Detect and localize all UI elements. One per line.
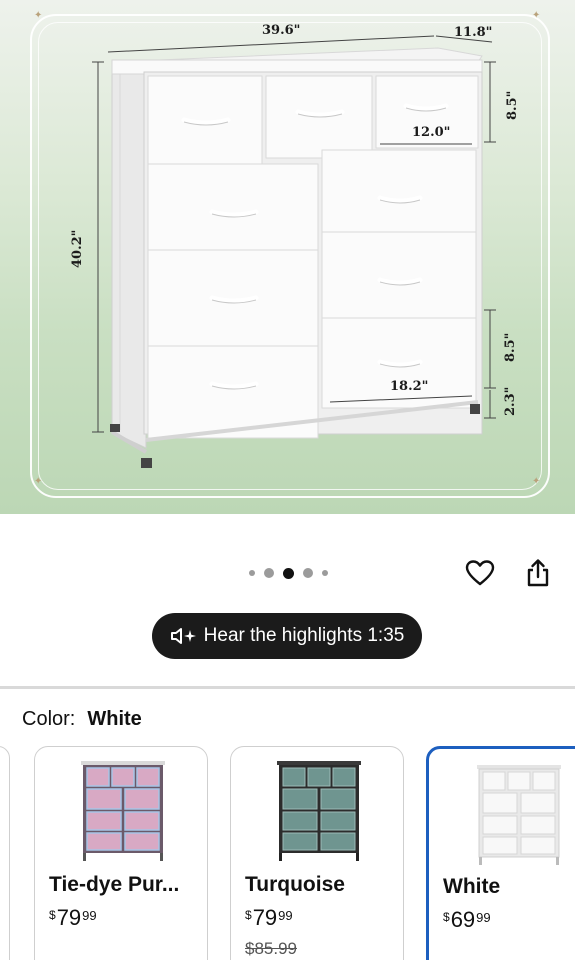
swatch-price: $ 79 99: [245, 905, 293, 930]
color-selector-label: Color: White: [22, 708, 142, 731]
dim-drawer-height: 8.5": [503, 333, 518, 362]
dim-large-drawer-width: 18.2": [390, 379, 428, 394]
swatch-thumbnail: [277, 761, 361, 861]
color-swatch-white[interactable]: White $ 69 99: [426, 746, 575, 960]
carousel-dot[interactable]: [263, 568, 274, 578]
hear-highlights-button[interactable]: Hear the highlights 1:35: [152, 613, 422, 659]
color-swatch-turquoise[interactable]: Turquoise $ 79 99 $85.99: [230, 746, 404, 960]
share-button[interactable]: [520, 555, 556, 591]
dim-leg-height: 2.3": [503, 387, 518, 416]
dim-height: 40.2": [70, 230, 85, 268]
color-swatch-partial[interactable]: [0, 746, 10, 960]
favorite-button[interactable]: [462, 555, 498, 591]
swatch-name: Tie-dye Pur...: [49, 873, 180, 896]
swatch-price: $ 79 99: [49, 905, 97, 930]
color-label: Color:: [22, 708, 76, 730]
swatch-name: Turquoise: [245, 873, 345, 896]
product-image[interactable]: ✦ ✦ ✦ ✦ 39.6" 11.8" 40.2" 8.5" 12.0" 18.…: [0, 0, 575, 514]
heart-icon: [465, 560, 495, 586]
section-divider: [0, 686, 575, 689]
share-icon: [527, 559, 549, 587]
swatch-thumbnail: [477, 765, 561, 865]
hear-highlights-label: Hear the highlights 1:35: [203, 625, 405, 646]
carousel-dot-active[interactable]: [282, 567, 294, 579]
swatch-thumbnail: [81, 761, 165, 861]
carousel-dot[interactable]: [321, 570, 328, 576]
dresser-illustration: 39.6" 11.8" 40.2" 8.5" 12.0" 18.2" 8.5" …: [70, 23, 520, 468]
dim-depth: 11.8": [454, 25, 492, 40]
speaker-sparkle-icon: [170, 627, 196, 645]
selected-color-value: White: [87, 708, 142, 730]
dim-width: 39.6": [262, 23, 300, 38]
carousel-dot[interactable]: [302, 568, 313, 578]
color-swatch-tie-dye-purple[interactable]: Tie-dye Pur... $ 79 99: [34, 746, 208, 960]
swatch-was-price: $85.99: [245, 939, 297, 958]
swatch-name: White: [443, 875, 501, 898]
dim-small-drawer-width: 12.0": [412, 125, 450, 140]
carousel-dot[interactable]: [248, 570, 255, 576]
carousel-indicator: [232, 564, 344, 582]
swatch-price: $ 69 99: [443, 907, 491, 932]
dim-top-drawer-height: 8.5": [505, 91, 520, 120]
